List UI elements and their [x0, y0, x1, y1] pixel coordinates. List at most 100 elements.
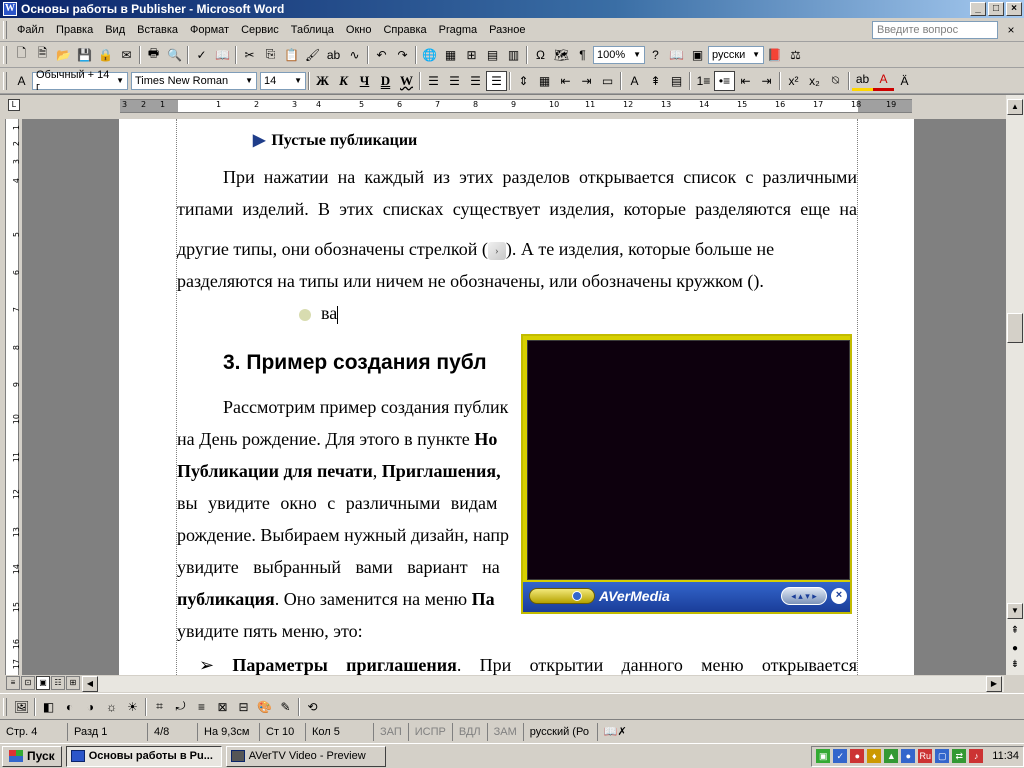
task-word[interactable]: Основы работы в Pu... — [65, 745, 222, 767]
language-select[interactable]: русски ▼ — [708, 45, 764, 64]
align-left-icon[interactable]: ☰ — [423, 71, 444, 91]
italic-button[interactable]: К — [333, 71, 354, 91]
frame-icon[interactable]: ▭ — [597, 71, 618, 91]
superscript-icon[interactable]: x² — [783, 71, 804, 91]
menu-edit[interactable]: Правка — [50, 24, 99, 36]
align-right-icon[interactable]: ☰ — [465, 71, 486, 91]
vertical-ruler[interactable]: 1 2 3 4 5 6 7 8 9 10 11 12 13 14 15 16 1… — [0, 119, 22, 675]
underline-button[interactable]: Ч — [354, 71, 375, 91]
tray-icon[interactable]: ⇄ — [952, 749, 967, 763]
menu-table[interactable]: Таблица — [285, 24, 340, 36]
close-icon[interactable]: × — [831, 588, 847, 604]
rotate-icon[interactable]: ⤾ — [170, 697, 191, 717]
status-record[interactable]: ЗАП — [374, 722, 409, 741]
paragraph-2-line-8[interactable]: увидите пять меню, это: — [177, 615, 857, 647]
status-overtype[interactable]: ЗАМ — [488, 722, 524, 741]
email-icon[interactable]: ✉ — [116, 45, 137, 65]
vertical-scrollbar[interactable]: ▲ ▼ ⇞ ● ⇟ — [1006, 95, 1024, 675]
maximize-button[interactable]: □ — [988, 2, 1004, 16]
web-view-icon[interactable]: ⊡ — [21, 676, 35, 690]
set-transparent-color-icon[interactable]: ✎ — [275, 697, 296, 717]
hyperlink-icon[interactable]: 🌐 — [419, 45, 440, 65]
research-icon[interactable]: 📖 — [212, 45, 233, 65]
open-folder-icon[interactable]: 📂 — [53, 45, 74, 65]
print-preview-icon[interactable]: 🔍 — [164, 45, 185, 65]
slider-knob[interactable] — [572, 591, 582, 601]
scroll-up-icon[interactable]: ▲ — [1007, 99, 1023, 115]
start-button[interactable]: Пуск — [2, 745, 62, 767]
spelling-status-icon[interactable]: 📖✗ — [598, 723, 633, 741]
justify-icon[interactable]: ☰ — [486, 70, 507, 91]
compress-icon[interactable]: ⊠ — [212, 697, 233, 717]
status-language[interactable]: русский (Ро — [524, 722, 598, 741]
horizontal-scrollbar[interactable]: ◀ ▶ — [82, 676, 1004, 692]
outdent-icon[interactable]: ⇤ — [555, 71, 576, 91]
paste-icon[interactable]: 📋 — [281, 45, 302, 65]
format-painter-icon[interactable]: 🖌 — [302, 45, 323, 65]
paragraph-1-line-4[interactable]: разделяются на типы или ничем не обознач… — [177, 265, 857, 297]
reading-view-icon[interactable]: ⊞ — [66, 676, 80, 690]
wavy-underline-icon[interactable]: W — [396, 71, 417, 91]
toolbar-grip[interactable] — [3, 697, 7, 716]
bullet-invitation-params[interactable]: ➢ Параметры приглашения. При открытии да… — [199, 649, 857, 675]
insert-table-icon[interactable]: ⊞ — [461, 45, 482, 65]
scales-icon[interactable]: ⚖ — [785, 45, 806, 65]
bullets-icon[interactable]: •≡ — [714, 70, 735, 91]
toolbar-grip[interactable] — [3, 71, 7, 90]
subscript-icon[interactable]: x₂ — [804, 71, 825, 91]
menu-insert[interactable]: Вставка — [131, 24, 184, 36]
columns-icon[interactable]: ▥ — [503, 45, 524, 65]
print-layout-view-icon[interactable]: ▣ — [36, 676, 50, 690]
tray-icon[interactable]: ✓ — [833, 749, 848, 763]
menu-help[interactable]: Справка — [377, 24, 432, 36]
clock[interactable]: 11:34 — [986, 750, 1019, 762]
bullet-empty-publications[interactable]: ▶ Пустые публикации — [253, 128, 653, 154]
symbol-icon[interactable]: Ω — [530, 45, 551, 65]
spelling-icon[interactable]: ✓ — [191, 45, 212, 65]
video-screen[interactable] — [527, 340, 850, 580]
align-center-icon[interactable]: ☰ — [444, 71, 465, 91]
bullet-item-va[interactable]: ва — [299, 297, 499, 329]
tray-icon[interactable]: ▲ — [884, 749, 899, 763]
spellcheck-icon[interactable]: ab — [323, 45, 344, 65]
styles-icon[interactable]: A — [11, 71, 32, 91]
numbering-icon[interactable]: 1≡ — [693, 71, 714, 91]
more-brightness-icon[interactable]: ☼ — [101, 697, 122, 717]
minimize-button[interactable]: _ — [970, 2, 986, 16]
book-icon[interactable]: 📕 — [764, 45, 785, 65]
phonetic-icon[interactable]: Ӓ — [894, 71, 915, 91]
tables-borders-icon[interactable]: ▦ — [440, 45, 461, 65]
font-size-select[interactable]: 14 ▼ — [260, 71, 306, 90]
status-track[interactable]: ИСПР — [409, 722, 453, 741]
paragraph-1-line-1[interactable]: При нажатии на каждый из этих разделов о… — [177, 161, 857, 193]
insert-excel-icon[interactable]: ▤ — [482, 45, 503, 65]
menu-window[interactable]: Окно — [340, 24, 378, 36]
autocorrect-icon[interactable]: ∿ — [344, 45, 365, 65]
volume-slider[interactable] — [529, 588, 595, 604]
horizontal-ruler[interactable]: 3 2 1 1 2 3 4 5 6 7 8 9 10 11 12 13 14 1… — [120, 99, 912, 113]
table-icon[interactable]: ▦ — [534, 71, 555, 91]
copy-icon[interactable]: ⎘ — [260, 45, 281, 65]
reading-layout-icon[interactable]: 📖 — [666, 45, 687, 65]
line-spacing-icon[interactable]: ⇕ — [513, 71, 534, 91]
close-button[interactable]: × — [1006, 2, 1022, 16]
tray-icon[interactable]: ♦ — [867, 749, 882, 763]
tray-icon[interactable]: ▢ — [935, 749, 950, 763]
scroll-down-icon[interactable]: ▼ — [1007, 603, 1023, 619]
menu-view[interactable]: Вид — [99, 24, 131, 36]
document-area[interactable]: ▶ Пустые публикации При нажатии на каждый… — [22, 119, 1006, 675]
normal-view-icon[interactable]: ≡ — [6, 676, 20, 690]
font-color-a-icon[interactable]: A — [624, 71, 645, 91]
picture-icon[interactable]: 🖼 — [11, 697, 32, 717]
less-brightness-icon[interactable]: ☀ — [122, 697, 143, 717]
contrast-icon[interactable]: ◐ — [59, 697, 80, 717]
help-icon[interactable]: ? — [645, 45, 666, 65]
next-page-icon[interactable]: ⇟ — [1006, 659, 1024, 670]
scroll-left-icon[interactable]: ◀ — [82, 676, 98, 692]
menu-format[interactable]: Формат — [184, 24, 235, 36]
decrease-indent-icon[interactable]: ⇤ — [735, 71, 756, 91]
tray-icon[interactable]: ▣ — [816, 749, 831, 763]
brightness-icon[interactable]: ◑ — [80, 697, 101, 717]
toolbar-grip[interactable] — [3, 45, 7, 64]
new-template-icon[interactable]: 🗎 — [32, 45, 53, 65]
